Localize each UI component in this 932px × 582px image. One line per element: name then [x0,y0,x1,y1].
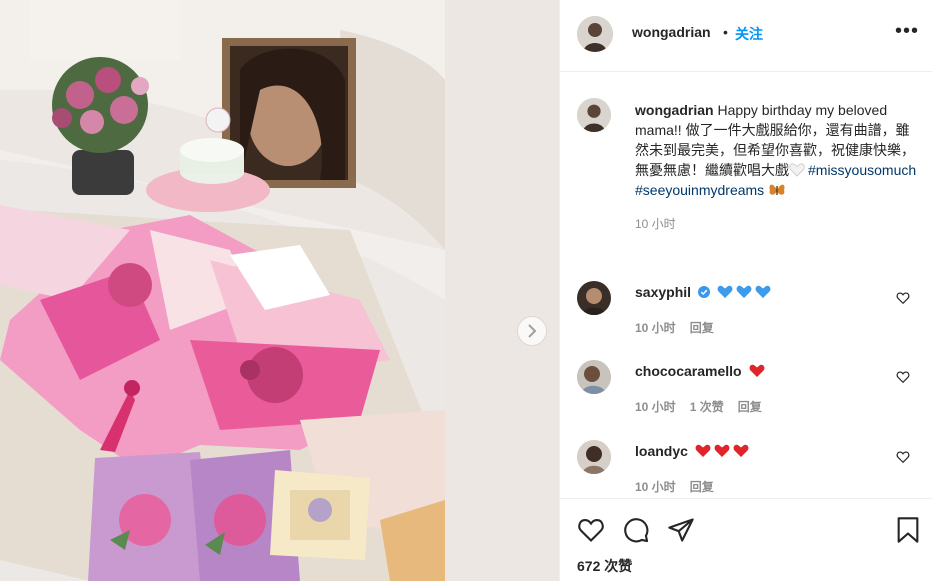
caption: wongadrian Happy birthday my beloved mam… [635,100,920,234]
hashtag-seeyouinmydreams[interactable]: #seeyouinmydreams [635,182,764,198]
post-photo[interactable] [0,0,559,581]
comment-username[interactable]: saxyphil [635,284,691,300]
comment-like-icon[interactable] [896,370,910,384]
comment-avatar-loandyc[interactable] [577,440,611,474]
comment-time[interactable]: 10 小时 [635,400,676,414]
comment-avatar-saxyphil[interactable] [577,281,611,315]
red-heart-icon [695,444,711,457]
blue-heart-icon [717,285,733,298]
red-heart-icon [714,444,730,457]
comment-time[interactable]: 10 小时 [635,480,676,494]
next-photo-button[interactable] [517,316,547,346]
share-send-icon[interactable] [667,516,695,544]
comment-time[interactable]: 10 小时 [635,321,676,335]
post-username[interactable]: wongadrian [632,24,711,40]
reply-button[interactable]: 回复 [738,400,762,414]
comment-meta: 10 小时 回复 [635,319,728,336]
butterfly-icon [769,184,785,195]
red-heart-icon [733,444,749,457]
post-header: wongadrian • 关注 ••• [560,0,932,72]
bookmark-icon[interactable] [895,516,921,544]
comment-username[interactable]: chococaramello [635,363,742,379]
likes-count[interactable]: 672 次赞 [577,556,632,576]
reply-button[interactable]: 回复 [690,480,714,494]
comment-username[interactable]: loandyc [635,443,688,459]
comment-row: chococaramello [635,363,768,379]
comment-like-icon[interactable] [896,291,910,305]
comment-avatar-chococaramello[interactable] [577,360,611,394]
red-heart-icon [749,364,764,377]
caption-avatar[interactable] [577,98,611,132]
comment-row: loandyc [635,443,752,459]
post-detail-panel: wongadrian • 关注 ••• wongadrian Happy bir… [559,0,932,581]
separator-dot: • [723,24,728,40]
comment-meta: 10 小时 回复 [635,478,728,495]
chevron-right-icon [528,324,537,338]
more-options-button[interactable]: ••• [895,20,919,43]
caption-time[interactable]: 10 小时 [635,214,920,234]
verified-badge-icon [697,286,710,298]
hashtag-missyousomuch[interactable]: #missyousomuch [808,162,916,178]
follow-button[interactable]: 关注 [735,24,763,44]
blue-heart-icon [736,285,752,298]
comment-meta: 10 小时 1 次赞 回复 [635,398,776,415]
comment-like-icon[interactable] [896,450,910,464]
white-heart-icon [789,163,805,177]
comment-row: saxyphil [635,284,774,300]
blue-heart-icon [755,285,771,298]
comment-bubble-icon[interactable] [622,516,650,544]
caption-username[interactable]: wongadrian [635,102,714,118]
comment-likes[interactable]: 1 次赞 [690,400,724,414]
like-heart-icon[interactable] [577,516,605,544]
reply-button[interactable]: 回复 [690,321,714,335]
avatar[interactable] [577,16,613,52]
